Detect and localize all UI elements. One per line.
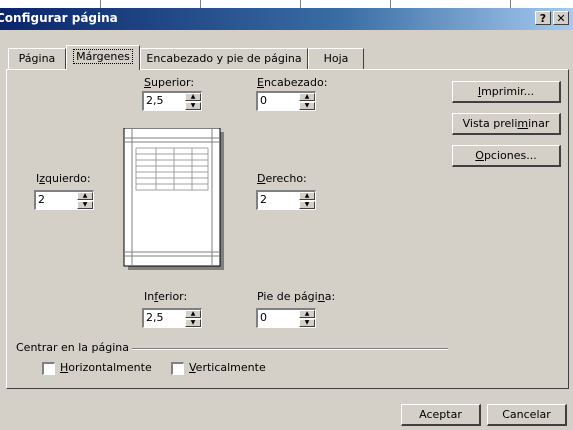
vertical-label[interactable]: Verticalmente [189, 361, 266, 374]
pie-pagina-value[interactable]: 0 [260, 311, 267, 324]
encabezado-value[interactable]: 0 [260, 94, 267, 107]
tab-encabezado-pie[interactable]: Encabezado y pie de página [140, 48, 308, 69]
tab-label: Página [18, 52, 56, 65]
derecho-label: Derecho: [257, 172, 307, 185]
tab-hoja[interactable]: Hoja [308, 48, 364, 69]
inferior-spinbox[interactable]: 2,5 ▲ ▼ [142, 308, 202, 328]
spin-down-icon[interactable]: ▼ [77, 201, 93, 209]
opciones-button[interactable]: Opciones... [452, 145, 561, 167]
encabezado-label: Encabezado: [257, 76, 328, 89]
izquierdo-label: Izquierdo: [36, 172, 91, 185]
window-title: Configurar página [0, 11, 118, 25]
tab-pagina[interactable]: Página [8, 48, 66, 69]
spin-down-icon[interactable]: ▼ [299, 201, 315, 209]
spin-up-icon[interactable]: ▲ [299, 93, 315, 101]
spin-down-icon[interactable]: ▼ [299, 319, 315, 327]
horizontal-label[interactable]: Horizontalmente [60, 361, 152, 374]
tab-margenes[interactable]: Márgenes [66, 45, 140, 70]
tab-label: Encabezado y pie de página [146, 52, 302, 65]
spin-up-icon[interactable]: ▲ [185, 93, 201, 101]
encabezado-spinbox[interactable]: 0 ▲ ▼ [256, 91, 316, 111]
spin-down-icon[interactable]: ▼ [185, 102, 201, 110]
title-bar: Configurar página ? ✕ [0, 8, 573, 30]
vertical-checkbox[interactable] [171, 362, 184, 375]
tab-label: Márgenes [73, 49, 133, 64]
spin-up-icon[interactable]: ▲ [299, 310, 315, 318]
cancelar-button[interactable]: Cancelar [487, 404, 567, 426]
column-divider [200, 0, 201, 8]
spin-up-icon[interactable]: ▲ [299, 192, 315, 200]
superior-spinbox[interactable]: 2,5 ▲ ▼ [142, 91, 202, 111]
centrar-group-label: Centrar en la página [16, 341, 130, 354]
inferior-label: Inferior: [144, 290, 188, 303]
horizontal-checkbox[interactable] [42, 362, 55, 375]
column-divider [100, 0, 101, 8]
imprimir-button[interactable]: Imprimir... [452, 81, 561, 103]
spin-up-icon[interactable]: ▲ [77, 192, 93, 200]
help-button[interactable]: ? [535, 11, 551, 25]
spin-down-icon[interactable]: ▼ [185, 319, 201, 327]
superior-value[interactable]: 2,5 [146, 94, 164, 107]
spin-down-icon[interactable]: ▼ [299, 102, 315, 110]
page-sheet [123, 128, 221, 267]
close-button[interactable]: ✕ [553, 11, 569, 25]
pie-pagina-label: Pie de página: [257, 290, 336, 303]
pie-pagina-spinbox[interactable]: 0 ▲ ▼ [256, 308, 316, 328]
page-preview [123, 128, 224, 270]
derecho-value[interactable]: 2 [260, 193, 267, 206]
derecho-spinbox[interactable]: 2 ▲ ▼ [256, 190, 316, 210]
superior-label: Superior: [144, 76, 195, 89]
aceptar-button[interactable]: Aceptar [401, 404, 481, 426]
inferior-value[interactable]: 2,5 [146, 311, 164, 324]
izquierdo-spinbox[interactable]: 2 ▲ ▼ [34, 190, 94, 210]
izquierdo-value[interactable]: 2 [38, 193, 45, 206]
column-divider [390, 0, 391, 8]
column-divider [510, 0, 511, 8]
vista-preliminar-button[interactable]: Vista preliminar [452, 113, 561, 135]
group-divider [132, 348, 448, 350]
tab-label: Hoja [323, 52, 349, 65]
column-divider [300, 0, 301, 8]
spin-up-icon[interactable]: ▲ [185, 310, 201, 318]
